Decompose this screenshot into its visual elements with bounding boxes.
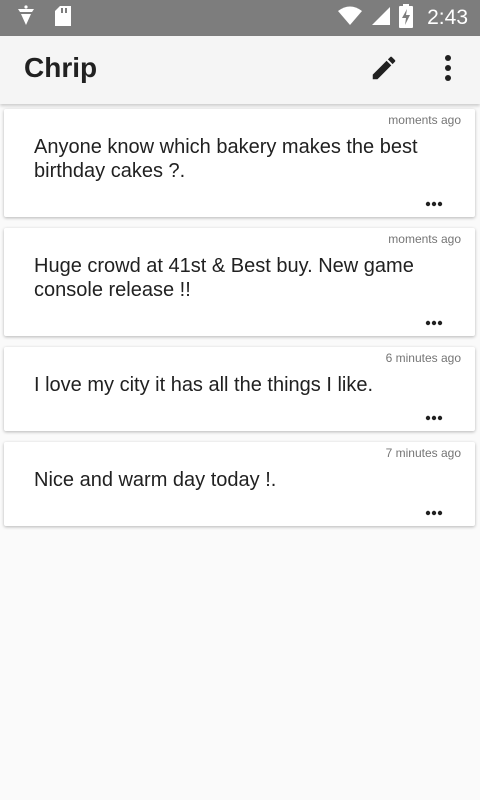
more-horiz-icon <box>425 500 443 521</box>
post-more-button[interactable] <box>422 312 446 328</box>
post-timestamp: 6 minutes ago <box>385 351 461 365</box>
post-feed: moments ago Anyone know which bakery mak… <box>0 104 480 800</box>
post-text: Huge crowd at 41st & Best buy. New game … <box>34 255 414 301</box>
signal-icon <box>371 6 391 31</box>
wifi-icon <box>337 6 363 31</box>
status-bar-right: 2:43 <box>337 3 468 33</box>
status-time: 2:43 <box>427 6 468 29</box>
post-text: Anyone know which bakery makes the best … <box>34 136 418 182</box>
more-vert-icon <box>444 54 452 86</box>
post-more-button[interactable] <box>422 407 446 423</box>
battery-charging-icon <box>399 3 414 33</box>
overflow-menu-button[interactable] <box>428 50 468 90</box>
post-more-button[interactable] <box>422 193 446 209</box>
notification-icon <box>16 4 36 32</box>
compose-button[interactable] <box>364 50 404 90</box>
status-bar: 2:43 <box>0 0 480 36</box>
post-timestamp: 7 minutes ago <box>385 446 461 460</box>
post-timestamp: moments ago <box>388 232 461 246</box>
app-bar: Chrip <box>0 36 480 104</box>
post-card[interactable]: 6 minutes ago I love my city it has all … <box>4 347 475 431</box>
more-horiz-icon <box>425 405 443 426</box>
post-card[interactable]: moments ago Huge crowd at 41st & Best bu… <box>4 228 475 336</box>
post-text: Nice and warm day today !. <box>34 469 277 491</box>
status-bar-left <box>16 4 72 32</box>
post-timestamp: moments ago <box>388 113 461 127</box>
more-horiz-icon <box>425 191 443 212</box>
sd-card-icon <box>54 5 72 32</box>
post-card[interactable]: moments ago Anyone know which bakery mak… <box>4 109 475 217</box>
more-horiz-icon <box>425 310 443 331</box>
pencil-icon <box>369 53 399 88</box>
post-more-button[interactable] <box>422 502 446 518</box>
post-card[interactable]: 7 minutes ago Nice and warm day today !. <box>4 442 475 526</box>
app-title: Chrip <box>24 52 98 83</box>
post-text: I love my city it has all the things I l… <box>34 374 374 396</box>
